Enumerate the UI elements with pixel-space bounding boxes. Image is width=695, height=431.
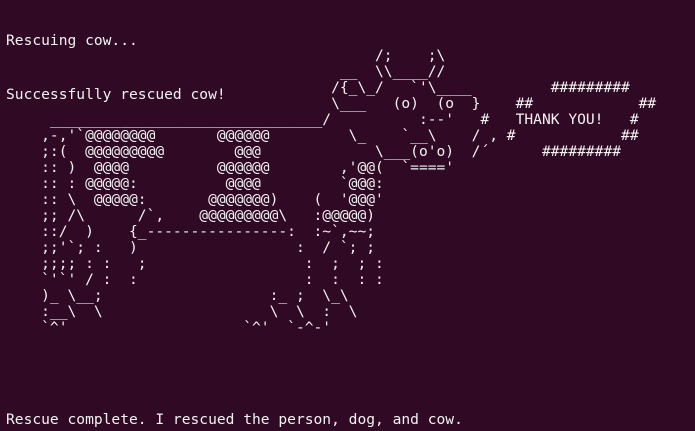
ascii-cow-thank-you-art: /; ;\ __ \\____// /{_\_/ `'\____ #######… bbox=[41, 47, 657, 336]
terminal-window[interactable]: Rescuing cow... Successfully rescued cow… bbox=[0, 0, 695, 431]
rescue-complete-message: Rescue complete. I rescued the person, d… bbox=[6, 411, 463, 428]
